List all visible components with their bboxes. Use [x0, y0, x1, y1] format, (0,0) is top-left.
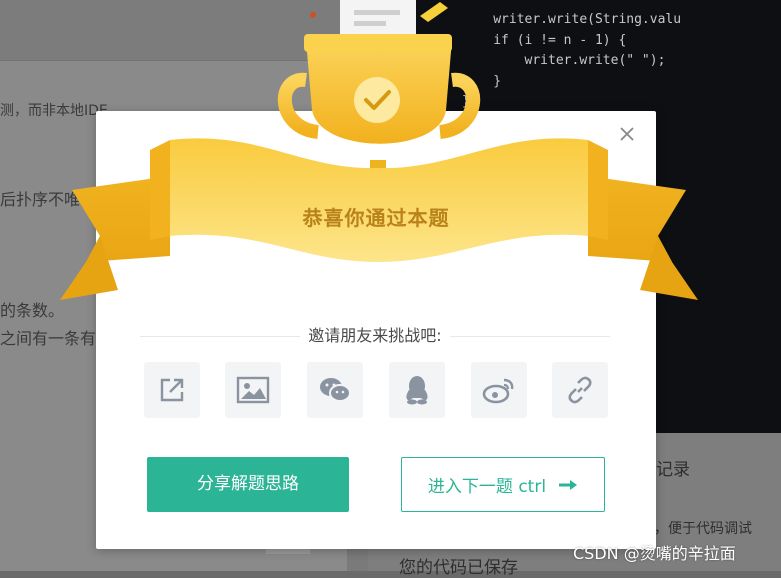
congrats-title: 恭喜你通过本题: [302, 206, 450, 230]
problem-text-line: 之间有一条有: [0, 329, 97, 348]
share-image-button[interactable]: [225, 362, 281, 418]
next-problem-label: 进入下一题 ctrl: [427, 477, 547, 497]
share-external-button[interactable]: [144, 362, 200, 418]
code-line: }: [368, 94, 470, 109]
image-icon: [236, 376, 270, 404]
invite-divider: 邀请朋友来挑战吧:: [140, 324, 610, 348]
qq-icon: [406, 376, 428, 405]
next-problem-button[interactable]: 进入下一题 ctrl: [401, 457, 605, 512]
console-hint: ，便于代码调试: [654, 521, 752, 537]
close-icon: [620, 127, 634, 141]
invite-label: 邀请朋友来挑战吧:: [300, 326, 450, 345]
share-qq-button[interactable]: [389, 362, 445, 418]
watermark-text: CSDN @烫嘴的辛拉面: [573, 544, 736, 563]
notification-dot: [310, 12, 316, 18]
code-line: writer.write(" ");: [368, 53, 666, 68]
share-external-icon: [160, 378, 184, 402]
share-link-button[interactable]: [552, 362, 608, 418]
code-line: writer.write(String.valu: [368, 12, 682, 27]
wechat-icon: [320, 378, 351, 402]
paper-decoration: [340, 0, 416, 34]
weibo-icon: [482, 378, 514, 404]
saved-status: 您的代码已保存: [399, 558, 518, 578]
arrow-right-icon: [558, 479, 578, 491]
share-solution-button[interactable]: 分享解题思路: [147, 457, 349, 512]
share-wechat-button[interactable]: [307, 362, 363, 418]
share-weibo-button[interactable]: [471, 362, 527, 418]
problem-text-line: 的条数。: [0, 301, 65, 320]
problem-header: [0, 0, 347, 61]
records-tab[interactable]: 记录: [656, 455, 690, 480]
code-line: if (i != n - 1) {: [368, 32, 627, 48]
problem-text-line: 后扑序不唯: [0, 190, 81, 209]
close-button[interactable]: [616, 123, 638, 145]
problem-text-line: 测，而非本地IDE: [0, 103, 108, 119]
link-icon: [568, 376, 592, 404]
code-line: }: [368, 73, 502, 89]
